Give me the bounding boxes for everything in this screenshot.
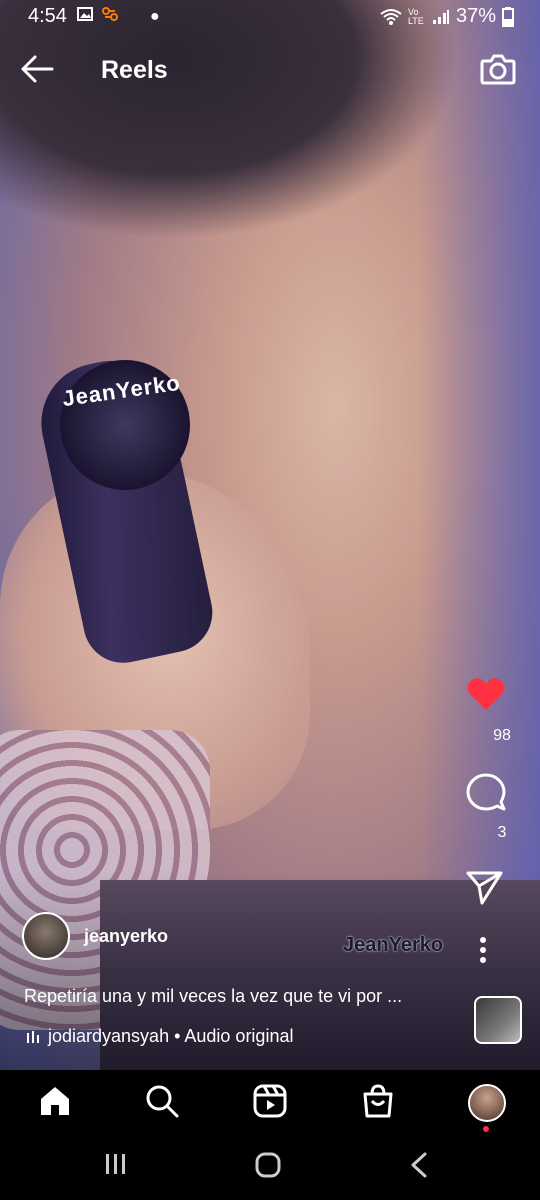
- home-icon[interactable]: [38, 1084, 72, 1118]
- status-time: 4:54: [28, 5, 67, 27]
- audio-label[interactable]: jodiardyansyah • Audio original: [48, 1026, 293, 1047]
- heart-icon[interactable]: [466, 676, 506, 712]
- battery-percent: 37%: [455, 5, 496, 27]
- post-author[interactable]: jeanyerko: [22, 912, 168, 960]
- profile-icon[interactable]: [468, 1084, 506, 1122]
- recent-apps-icon[interactable]: [104, 1152, 128, 1176]
- battery-icon: [502, 6, 514, 27]
- signal-icon: [432, 9, 449, 24]
- network-type: Vo LTE: [407, 6, 424, 26]
- reels-icon[interactable]: [253, 1084, 287, 1118]
- home-circle-icon[interactable]: [255, 1152, 281, 1178]
- video-watermark: JeanYerko: [343, 934, 444, 956]
- more-options-icon[interactable]: [478, 936, 488, 964]
- reel-video[interactable]: JeanYerko JeanYerko: [0, 0, 540, 1070]
- comment-icon[interactable]: [466, 772, 506, 812]
- reels-header: Reels: [0, 40, 540, 100]
- status-left-icons: [77, 6, 119, 22]
- status-right-icons: Vo LTE 37%: [380, 5, 514, 28]
- status-bar: 4:54 ● Vo LTE 37%: [0, 0, 540, 34]
- camera-icon[interactable]: [480, 52, 516, 86]
- audio-thumbnail[interactable]: [474, 996, 522, 1044]
- share-icon[interactable]: [466, 870, 504, 906]
- post-caption[interactable]: Repetiría una y mil veces la vez que te …: [24, 986, 402, 1007]
- system-nav-bar: [0, 1132, 540, 1200]
- image-icon: [77, 7, 93, 21]
- audio-bars-icon: [27, 1030, 39, 1043]
- notification-dot: ●: [150, 8, 160, 25]
- video-hair-area: [0, 0, 460, 240]
- bottom-nav: [0, 1070, 540, 1132]
- shop-icon[interactable]: [361, 1084, 395, 1118]
- page-title: Reels: [101, 56, 168, 84]
- app-icon: [102, 7, 118, 21]
- search-icon[interactable]: [145, 1084, 179, 1118]
- profile-tab[interactable]: [468, 1084, 506, 1132]
- like-count[interactable]: 98: [472, 727, 532, 745]
- back-arrow-icon[interactable]: [20, 54, 54, 84]
- audio-info[interactable]: jodiardyansyah • Audio original: [26, 1026, 293, 1047]
- author-username[interactable]: jeanyerko: [84, 926, 168, 947]
- back-chevron-icon[interactable]: [410, 1152, 428, 1178]
- wifi-icon: [380, 8, 402, 25]
- author-avatar[interactable]: [22, 912, 70, 960]
- comment-count[interactable]: 3: [472, 824, 532, 842]
